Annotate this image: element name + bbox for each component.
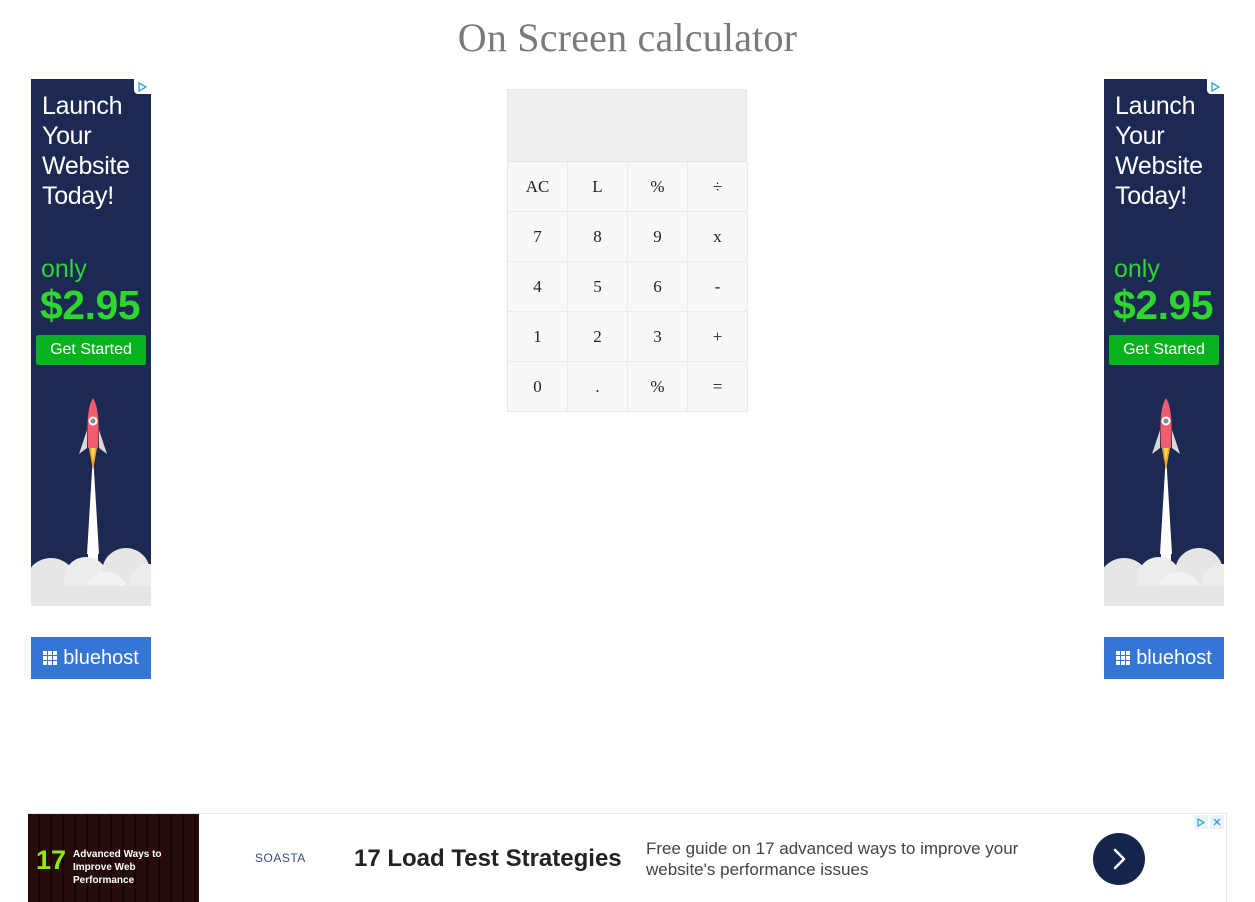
right-ad-banner[interactable]: Launch Your Website Today! only $2.95 Ge… [1104,79,1224,606]
key-l[interactable]: L [568,162,628,212]
key-2[interactable]: 2 [568,312,628,362]
key-9[interactable]: 9 [628,212,688,262]
ad-only-label: only [1114,255,1160,283]
page-title: On Screen calculator [457,15,798,60]
key-3[interactable]: 3 [628,312,688,362]
left-ad-banner[interactable]: Launch Your Website Today! only $2.95 Ge… [31,79,151,606]
ad-thumbnail: 17 Advanced Ways to Improve Web Performa… [28,814,199,902]
bottom-ad-banner[interactable]: 17 Advanced Ways to Improve Web Performa… [28,813,1227,902]
key-5[interactable]: 5 [568,262,628,312]
bluehost-brand-bar[interactable]: bluehost [1104,637,1224,679]
calculator-keypad: AC L % ÷ 7 8 9 x 4 5 6 - 1 2 3 + 0 . % = [508,162,748,412]
key-1[interactable]: 1 [508,312,568,362]
get-started-button[interactable]: Get Started [1109,335,1219,365]
ad-price: $2.95 [1113,282,1214,328]
ad-headline: Launch Your Website Today! [42,92,130,210]
key-7[interactable]: 7 [508,212,568,262]
key-0[interactable]: 0 [508,362,568,412]
rocket-illustration [31,398,151,606]
key-4[interactable]: 4 [508,262,568,312]
calculator: AC L % ÷ 7 8 9 x 4 5 6 - 1 2 3 + 0 . % = [507,89,748,412]
thumb-number: 17 [36,845,67,875]
key-multiply[interactable]: x [688,212,748,262]
key-clear[interactable]: AC [508,162,568,212]
chevron-right-icon[interactable] [1093,833,1145,885]
key-8[interactable]: 8 [568,212,628,262]
key-percent[interactable]: % [628,162,688,212]
calculator-display [508,90,746,162]
key-subtract[interactable]: - [688,262,748,312]
get-started-button[interactable]: Get Started [36,335,146,365]
key-percent-2[interactable]: % [628,362,688,412]
key-decimal[interactable]: . [568,362,628,412]
ad-headline: 17 Load Test Strategies [354,845,622,872]
key-add[interactable]: + [688,312,748,362]
thumb-text: Advanced Ways to Improve Web Performance [73,849,162,886]
key-6[interactable]: 6 [628,262,688,312]
ad-brand-label: bluehost [1136,646,1212,669]
grid-logo-icon [1116,651,1131,665]
close-icon[interactable] [1210,815,1224,829]
ad-description: Free guide on 17 advanced ways to improv… [646,839,1019,879]
key-equals[interactable]: = [688,362,748,412]
ad-price: $2.95 [40,282,141,328]
rocket-illustration [1104,398,1224,606]
ad-headline: Launch Your Website Today! [1115,92,1203,210]
grid-logo-icon [43,651,58,665]
soasta-logo: SOASTA [255,851,306,865]
key-divide[interactable]: ÷ [688,162,748,212]
ad-brand-label: bluehost [63,646,139,669]
bluehost-brand-bar[interactable]: bluehost [31,637,151,679]
ad-only-label: only [41,255,87,283]
ad-controls [1194,815,1224,829]
ad-choices-icon[interactable] [1194,815,1208,829]
